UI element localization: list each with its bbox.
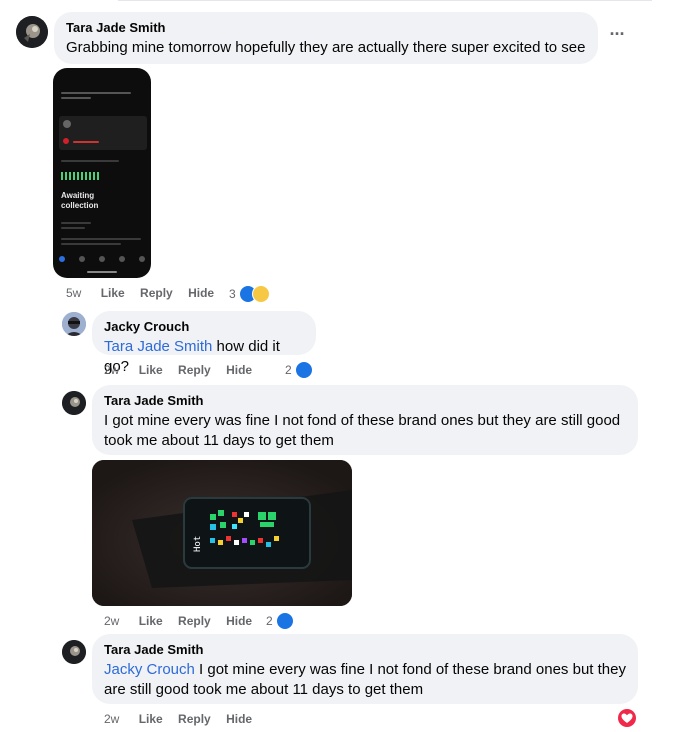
reaction-count: 3 — [229, 286, 236, 301]
avatar-jacky-crouch[interactable] — [62, 312, 86, 336]
hide-button[interactable]: Hide — [226, 361, 252, 379]
reaction-count: 2 — [285, 362, 292, 377]
reply-bubble: Jacky Crouch Tara Jade Smith how did it … — [92, 311, 316, 375]
comment-timestamp[interactable]: 2w — [104, 710, 119, 728]
haha-icon — [252, 284, 271, 303]
like-button[interactable]: Like — [139, 710, 163, 728]
like-icon — [295, 360, 314, 379]
reaction-count: 2 — [266, 613, 273, 628]
mention-link[interactable]: Jacky Crouch — [104, 661, 195, 678]
reply-bubble: Tara Jade Smith I got mine every was fin… — [92, 385, 638, 455]
comment-author[interactable]: Tara Jade Smith — [66, 20, 586, 36]
like-icon — [276, 611, 295, 630]
reply-button[interactable]: Reply — [178, 361, 211, 379]
reply-button[interactable]: Reply — [140, 284, 173, 302]
like-button[interactable]: Like — [101, 284, 125, 302]
reaction-summary[interactable]: 2 — [266, 610, 295, 630]
like-button[interactable]: Like — [139, 361, 163, 379]
like-button[interactable]: Like — [139, 612, 163, 630]
attachment-phone-screenshot[interactable]: Awaiting collection — [53, 68, 151, 278]
comment-actions: 2w Like Reply Hide — [104, 710, 264, 728]
comment-actions: 2w Like Reply Hide — [104, 361, 264, 379]
reply-button[interactable]: Reply — [178, 710, 211, 728]
svg-text:Hot: Hot — [193, 536, 203, 552]
reaction-summary[interactable]: 2 — [285, 359, 314, 379]
hide-button[interactable]: Hide — [188, 284, 214, 302]
comment-timestamp[interactable]: 2w — [104, 361, 119, 379]
comment-text: Grabbing mine tomorrow hopefully they ar… — [66, 39, 586, 56]
barcode-icon — [61, 172, 101, 180]
mention-link[interactable]: Tara Jade Smith — [104, 338, 212, 355]
reaction-summary[interactable]: 3 — [229, 283, 271, 303]
comment-timestamp[interactable]: 5w — [66, 284, 81, 302]
reply-bubble: Tara Jade Smith Jacky Crouch I got mine … — [92, 634, 638, 704]
hide-button[interactable]: Hide — [226, 710, 252, 728]
reply-button[interactable]: Reply — [178, 612, 211, 630]
attachment-status-text: Awaiting collection — [61, 191, 99, 210]
comment-actions: 5w Like Reply Hide — [66, 284, 226, 302]
avatar-tara-jade-smith[interactable] — [62, 391, 86, 415]
comment-text: I got mine every was fine I not fond of … — [104, 412, 621, 449]
comment-author[interactable]: Tara Jade Smith — [104, 393, 626, 409]
attachment-watch-photo[interactable]: Hot — [92, 460, 352, 606]
avatar-tara-jade-smith[interactable] — [62, 640, 86, 664]
comment-author[interactable]: Tara Jade Smith — [104, 642, 626, 658]
comment-actions: 2w Like Reply Hide — [104, 612, 264, 630]
comment-timestamp[interactable]: 2w — [104, 612, 119, 630]
avatar-tara-jade-smith[interactable] — [16, 16, 48, 48]
comment-author[interactable]: Jacky Crouch — [104, 319, 304, 335]
hide-button[interactable]: Hide — [226, 612, 252, 630]
more-options-icon[interactable]: ··· — [605, 25, 629, 48]
top-divider — [118, 0, 652, 1]
status-bar — [59, 73, 145, 79]
mail-icon — [59, 256, 65, 262]
love-icon[interactable] — [618, 709, 636, 727]
comment-bubble: Tara Jade Smith Grabbing mine tomorrow h… — [54, 12, 598, 64]
